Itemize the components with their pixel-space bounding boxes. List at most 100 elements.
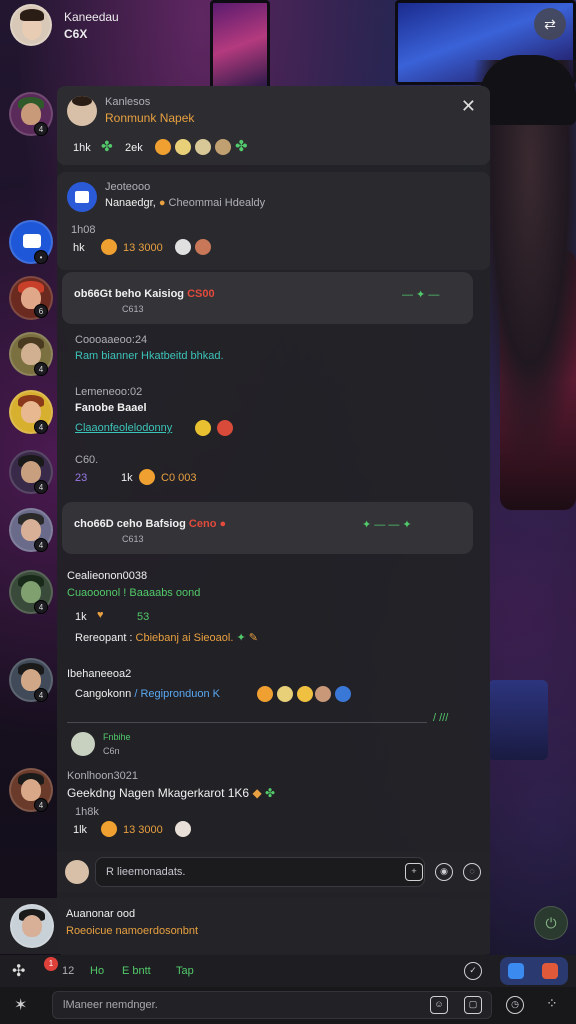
- background-keyboard: [488, 680, 548, 760]
- bottom-tab-bar: ✣ 1 12 Ho E bntt Tap ✓: [0, 955, 576, 987]
- background-cap: [480, 55, 576, 125]
- pinned-message[interactable]: Kanlesos Ronmunk Napek 1hk ✤ 2ek ✤ ✕: [57, 86, 490, 165]
- check-icon[interactable]: ✓: [464, 962, 482, 980]
- event-card[interactable]: cho66D ceho Bafsiog Ceno ● C613 ✦ — — ✦: [62, 502, 473, 554]
- emoji-icon[interactable]: ☺: [430, 996, 448, 1014]
- notification-badge: 1: [44, 957, 58, 971]
- event-indicator-icon: ✦ — — ✦: [362, 519, 412, 531]
- emoji-reaction-icon[interactable]: [101, 239, 117, 255]
- message-author: Coooaaeoo:24: [75, 334, 148, 346]
- message-author: Cealieonon0038: [67, 570, 148, 582]
- emoji-reaction-icon[interactable]: [175, 139, 191, 155]
- puzzle-icon[interactable]: ✣: [12, 961, 25, 981]
- reply-line: Rereopant : Cbiebanj ai Sieoaol. ✦ ✎: [75, 632, 258, 644]
- pinned-title: Ronmunk Napek: [105, 111, 195, 125]
- message-author: Lemeneoo:02: [75, 386, 143, 398]
- fire-icon: ●: [158, 197, 166, 209]
- pinned-author: Kanlesos: [105, 96, 151, 108]
- background-monitor-left: [210, 0, 270, 90]
- app-avatar: [67, 182, 97, 212]
- avatar: [10, 904, 54, 948]
- emoji-reaction-icon[interactable]: [139, 469, 155, 485]
- emoji-reaction-icon[interactable]: [315, 686, 331, 702]
- app-icon[interactable]: [508, 963, 524, 979]
- gif-icon[interactable]: ▢: [464, 996, 482, 1014]
- message-stat: 1k: [75, 611, 87, 623]
- user-avatar[interactable]: [65, 860, 89, 884]
- bottom-compose-bar: ✶ lManeer nemdnger. ☺ ▢ ◷ ⁘: [0, 987, 576, 1024]
- emoji-reaction-icon[interactable]: [217, 420, 233, 436]
- rail-badge: 6: [34, 304, 48, 318]
- compose-input[interactable]: lManeer nemdnger.: [52, 991, 492, 1019]
- tab-2[interactable]: Ho: [90, 965, 104, 977]
- thread-time: / ///: [433, 712, 449, 724]
- app-switcher[interactable]: [500, 957, 568, 985]
- rail-badge: 4: [34, 480, 48, 494]
- rail-badge: 4: [34, 362, 48, 376]
- message-input[interactable]: R lieemonadats.: [95, 857, 425, 887]
- emoji-reaction-icon[interactable]: [175, 239, 191, 255]
- message-link[interactable]: Claaonfeolelodonny: [75, 422, 172, 434]
- pinned-stat-1: 1hk: [73, 142, 91, 154]
- app-icon[interactable]: [542, 963, 558, 979]
- reaction-count: C0 003: [161, 472, 197, 484]
- bottom-message-text: Roeoicue namoerdosonbnt: [66, 925, 199, 937]
- rail-badge: 4: [34, 798, 48, 812]
- message-text: Ram bianner Hkatbeitd bhkad.: [75, 350, 224, 362]
- chat-panel: Kanlesos Ronmunk Napek 1hk ✤ 2ek ✤ ✕ Jeo…: [57, 86, 490, 956]
- tab-3[interactable]: E bntt: [122, 965, 151, 977]
- emoji-reaction-icon[interactable]: [195, 139, 211, 155]
- attach-icon[interactable]: +: [405, 863, 423, 881]
- thread-sub: C6n: [103, 746, 120, 756]
- emoji-reaction-icon[interactable]: [215, 139, 231, 155]
- event-sub: C613: [122, 534, 144, 544]
- message-text: Cuaooonol ! Baaaabs oond: [67, 587, 201, 599]
- clover-icon: ✤: [235, 138, 248, 155]
- close-icon[interactable]: ✕: [461, 96, 476, 117]
- pinned-stat-2: 2ek: [125, 142, 143, 154]
- message-text: Nanaedgr, ● Cheommai Hdealdy: [105, 197, 266, 209]
- avatar: [67, 96, 97, 126]
- current-user-name: Kaneedau: [64, 10, 119, 24]
- chat-bubble-icon[interactable]: ◌: [463, 863, 481, 881]
- tab-1[interactable]: 12: [62, 965, 74, 977]
- message-text: Cangokonn / Regipronduon K: [75, 688, 220, 700]
- fire-icon: ♥: [97, 609, 104, 621]
- emoji-reaction-icon[interactable]: [195, 239, 211, 255]
- bottom-message-author: Auanonar ood: [66, 908, 136, 920]
- rail-badge: 4: [34, 538, 48, 552]
- bottom-message-preview[interactable]: Auanonar ood Roeoicue namoerdosonbnt: [0, 898, 490, 954]
- message-text: Geekdng Nagen Mkagerkarot 1K6 ◆ ✤: [67, 786, 276, 800]
- event-card[interactable]: ob66Gt beho Kaisiog CS00 C613 — ✦ —: [62, 272, 473, 324]
- clock-icon[interactable]: ◷: [506, 996, 524, 1014]
- emoji-reaction-icon[interactable]: [257, 686, 273, 702]
- event-sub: C613: [122, 304, 144, 314]
- emoji-reaction-icon[interactable]: [101, 821, 117, 837]
- message-author: Konlhoon3021: [67, 770, 138, 782]
- emoji-icon[interactable]: ◉: [435, 863, 453, 881]
- message-time: 1h08: [71, 224, 96, 236]
- message-stat: hk: [73, 242, 85, 254]
- emoji-reaction-icon[interactable]: [155, 139, 171, 155]
- rail-badge: 4: [34, 688, 48, 702]
- event-title: ob66Gt beho Kaisiog CS00: [74, 288, 215, 300]
- rail-badge: 4: [34, 122, 48, 136]
- emoji-reaction-icon[interactable]: [277, 686, 293, 702]
- event-indicator-icon: — ✦ —: [402, 289, 440, 301]
- emoji-reaction-icon[interactable]: [175, 821, 191, 837]
- message-stat: 1lk: [73, 824, 88, 836]
- thread-avatar[interactable]: [71, 732, 95, 756]
- message-card[interactable]: Jeoteooo Nanaedgr, ● Cheommai Hdealdy 1h…: [57, 172, 490, 270]
- emoji-reaction-icon[interactable]: [335, 686, 351, 702]
- power-icon[interactable]: ⏻: [534, 906, 568, 940]
- reaction-count: 13 3000: [123, 824, 163, 836]
- reaction-count: 23: [75, 472, 88, 484]
- tab-4[interactable]: Tap: [176, 965, 194, 977]
- emoji-reaction-icon[interactable]: [195, 420, 211, 436]
- event-title: cho66D ceho Bafsiog Ceno ●: [74, 518, 227, 530]
- sparkle-icon[interactable]: ✶: [14, 995, 27, 1015]
- settings-button[interactable]: ⇄: [534, 8, 566, 40]
- sliders-icon: ⇄: [544, 16, 556, 32]
- grid-icon[interactable]: ⁘: [546, 995, 558, 1012]
- emoji-reaction-icon[interactable]: [297, 686, 313, 702]
